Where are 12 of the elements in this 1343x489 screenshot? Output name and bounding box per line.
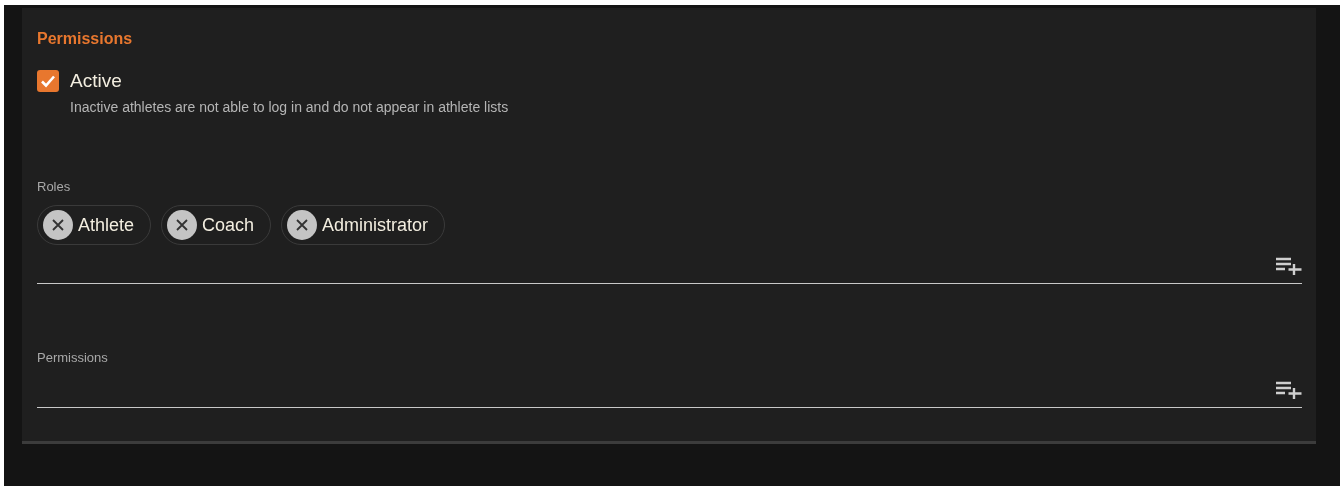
select-field[interactable]: Athlete Coach Administrator xyxy=(37,205,1302,284)
add-list-icon[interactable] xyxy=(1276,256,1302,276)
field-label: Roles xyxy=(37,179,72,194)
remove-icon[interactable] xyxy=(287,210,318,240)
section-title: Permissions xyxy=(37,29,134,49)
remove-icon[interactable] xyxy=(167,210,198,240)
checkbox-label: Active xyxy=(70,70,122,92)
hint-text: Inactive athletes are not able to log in and do not appear in athlete lists xyxy=(70,99,510,115)
add-list-icon[interactable] xyxy=(1276,380,1302,400)
field-label: Permissions xyxy=(37,350,109,365)
remove-icon[interactable] xyxy=(43,210,73,240)
checkbox[interactable] xyxy=(37,70,59,92)
